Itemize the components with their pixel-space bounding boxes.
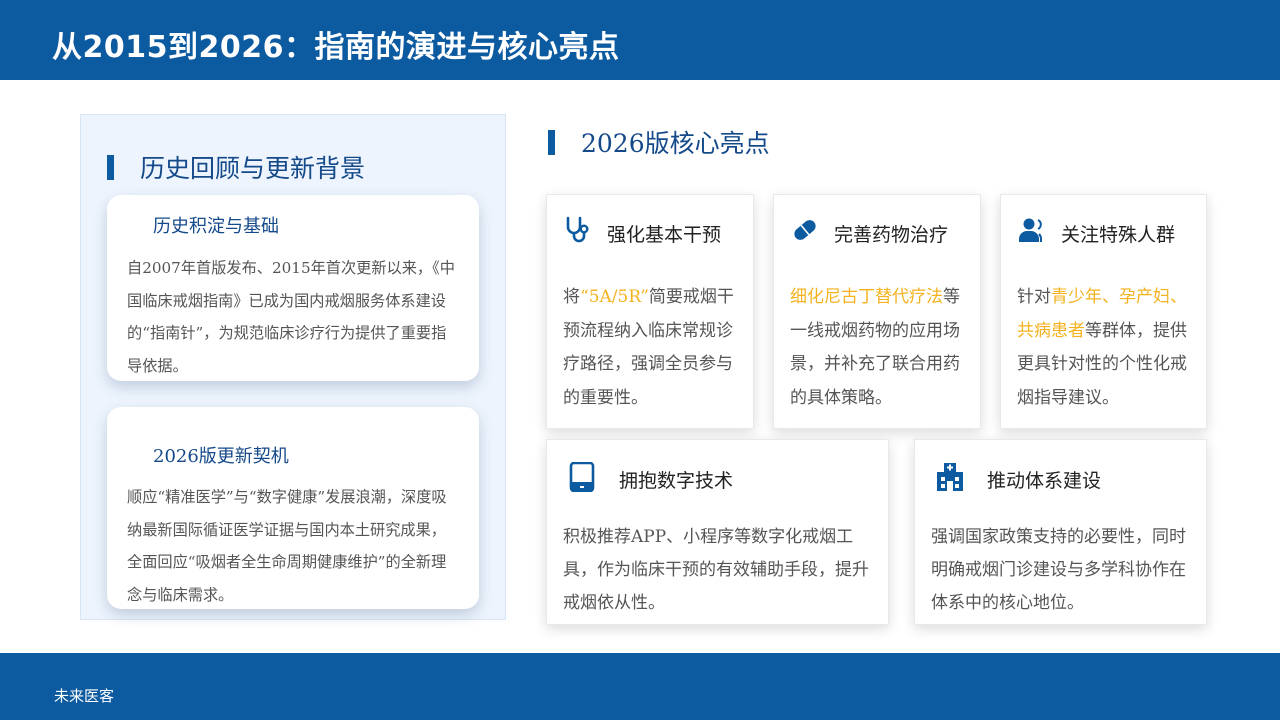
footer-brand: 未来医客 [54,687,115,705]
highlight-card-drug-therapy: 完善药物治疗 细化尼古丁替代疗法等一线戒烟药物的应用场景，并补充了联合用药的具体… [773,194,981,429]
pill-icon [794,220,816,240]
highlight-card-text: 针对青少年、孕产妇、共病患者等群体，提供更具针对性的个性化戒烟指导建议。 [1017,287,1187,408]
history-card-text: 自2007年首版发布、2015年首次更新以来，《中国临床戒烟指南》已成为国内戒烟… [127,259,455,375]
tablet-icon [569,462,595,492]
highlight-card-title: 拥抱数字技术 [619,470,734,492]
section-accent-bar [548,129,555,155]
highlights-section-label: 2026版核心亮点 [581,129,770,158]
highlight-card-digital-tech: 拥抱数字技术 积极推荐APP、小程序等数字化戒烟工具，作为临床干预的有效辅助手段… [546,439,889,625]
history-card-title: 历史积淀与基础 [153,216,279,237]
stethoscope-icon [566,216,589,243]
section-accent-bar [107,154,114,180]
history-section-label: 历史回顾与更新背景 [140,154,366,183]
highlight-card-text: 细化尼古丁替代疗法等一线戒烟药物的应用场景，并补充了联合用药的具体策略。 [790,287,960,408]
highlight-card-special-groups: 关注特殊人群 针对青少年、孕产妇、共病患者等群体，提供更具针对性的个性化戒烟指导… [1000,194,1207,429]
page-title: 从2015到2026：指南的演进与核心亮点 [52,30,620,65]
history-card-text: 顺应“精准医学”与“数字健康”发展浪潮，深度吸纳最新国际循证医学证据与国内本土研… [127,488,447,604]
footer-bar: 未来医客 [0,653,1280,720]
user-group-icon [1019,218,1042,242]
highlight-card-title: 关注特殊人群 [1061,224,1176,246]
highlight-card-text: 强调国家政策支持的必要性，同时明确戒烟门诊建设与多学科协作在体系中的核心地位。 [931,527,1186,613]
history-panel: 历史回顾与更新背景 历史积淀与基础 自2007年首版发布、2015年首次更新以来… [80,114,506,620]
highlight-text: 细化尼古丁替代疗法 [790,287,943,307]
highlight-card-title: 完善药物治疗 [834,224,949,246]
history-card-foundation: 历史积淀与基础 自2007年首版发布、2015年首次更新以来，《中国临床戒烟指南… [107,195,479,381]
header-bar: 从2015到2026：指南的演进与核心亮点 [0,0,1280,80]
history-card-update-reason: 2026版更新契机 顺应“精准医学”与“数字健康”发展浪潮，深度吸纳最新国际循证… [107,407,479,609]
highlight-card-text: 积极推荐APP、小程序等数字化戒烟工具，作为临床干预的有效辅助手段，提升戒烟依从… [563,527,869,613]
highlight-card-system-building: 推动体系建设 强调国家政策支持的必要性，同时明确戒烟门诊建设与多学科协作在体系中… [914,439,1207,625]
hospital-icon [937,463,963,491]
highlight-card-title: 强化基本干预 [607,224,722,246]
highlight-card-text: 将“5A/5R”简要戒烟干预流程纳入临床常规诊疗路径，强调全员参与的重要性。 [563,287,734,408]
highlight-card-basic-intervention: 强化基本干预 将“5A/5R”简要戒烟干预流程纳入临床常规诊疗路径，强调全员参与… [546,194,754,429]
highlights-section-title: 2026版核心亮点 [548,124,770,160]
history-card-title: 2026版更新契机 [153,446,289,467]
highlight-text: “5A/5R” [580,287,649,307]
history-section-title: 历史回顾与更新背景 [107,149,365,185]
highlight-card-title: 推动体系建设 [987,470,1102,492]
